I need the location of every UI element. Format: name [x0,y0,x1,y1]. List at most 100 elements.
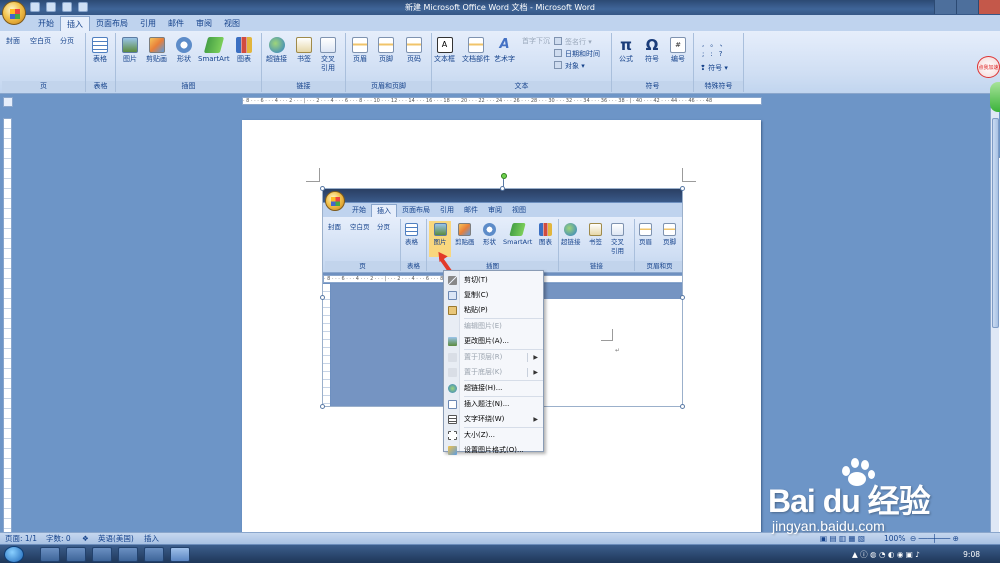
tab-review[interactable]: 审阅 [190,16,218,31]
qat-dropdown-icon[interactable] [78,2,88,12]
inner-tab-page-layout: 页面布局 [402,206,430,214]
wordart-button[interactable]: A 艺术字 [494,37,515,64]
resize-handle-r[interactable] [680,295,685,300]
scrollbar-thumb[interactable] [992,118,999,328]
special-symbol-row-2[interactable]: ;:? [702,49,728,59]
omega-icon: Ω [645,36,659,54]
horizontal-ruler[interactable]: · 8 · · · 6 · · · 4 · · · 2 · · · | · · … [242,97,762,105]
footer-icon [378,37,394,53]
hyperlink-button[interactable]: 超链接 [266,37,287,64]
table-button[interactable]: 表格 [92,37,108,64]
menu-item-paste[interactable]: 粘贴(P) [444,303,543,318]
blank-page-button[interactable]: 空白页 [30,37,791,563]
equation-button[interactable]: π 公式 [618,37,634,64]
ruler-toggle-button[interactable] [3,97,13,107]
tab-references[interactable]: 引用 [134,16,162,31]
bookmark-button[interactable]: 书签 [296,37,312,64]
minimize-button[interactable] [934,0,956,14]
menu-item-hyperlink[interactable]: 超链接(H)... [444,381,543,396]
resize-handle-t[interactable] [500,186,505,191]
signature-line-button[interactable]: 签名行 ▾ [554,37,592,47]
drop-cap-button[interactable]: 首字下沉 [522,37,1000,563]
tray-icons[interactable]: ▲ ⓘ ◍ ◔ ◐ ◉ ▣ ♪ [852,545,920,563]
numbering-button[interactable]: # 编号 [670,37,686,64]
group-illustrations: 图片 剪贴画 形状 SmartArt 图表 插图 [116,33,262,92]
taskbar-app-5[interactable] [144,547,164,562]
title-bar: 新建 Microsoft Office Word 文档 - Microsoft … [0,0,1000,15]
shapes-button[interactable]: 形状 [176,37,192,64]
speed-badge[interactable]: 点我加速 [977,56,1000,78]
menu-item-text-wrapping[interactable]: 文字环绕(W) ▶ [444,412,543,427]
taskbar-app-3[interactable] [92,547,112,562]
object-button[interactable]: 对象 ▾ [554,61,585,71]
tab-insert[interactable]: 插入 [60,16,90,31]
tab-mailings[interactable]: 邮件 [162,16,190,31]
page-break-button[interactable]: 分页 [60,37,821,563]
page-number-button[interactable]: 页码 [406,37,422,64]
taskbar-app-4[interactable] [118,547,138,562]
resize-handle-tl[interactable] [320,186,325,191]
clipart-button[interactable]: 剪贴画 [146,37,167,64]
maximize-button[interactable] [956,0,978,14]
resize-handle-bl[interactable] [320,404,325,409]
inner-blank-button: 空白页 [350,223,605,356]
menu-item-bring-to-front: 置于顶层(R) ▶ [444,350,543,365]
side-widget[interactable] [990,82,1000,112]
resize-handle-tr[interactable] [680,186,685,191]
symbol-button[interactable]: Ω 符号 [644,37,660,64]
menu-item-format-picture[interactable]: 设置图片格式(O)... [444,443,543,458]
header-button[interactable]: 页眉 [352,37,368,64]
caption-icon [448,400,457,409]
footer-button[interactable]: 页脚 [378,37,394,64]
context-menu: 剪切(T) 复制(C) 粘贴(P) 编辑图片(E) 更改图片(A)... 置于顶… [443,270,544,455]
taskbar-app-2[interactable] [66,547,86,562]
save-icon[interactable] [30,2,40,12]
inner-smartart-icon [509,223,526,236]
redo-icon[interactable] [62,2,72,12]
inner-footer-button: 页脚 [663,223,676,247]
quick-parts-button[interactable]: 文档部件 [462,37,490,64]
cover-page-button[interactable]: 封面 [6,37,767,563]
menu-item-insert-caption[interactable]: 插入题注(N)... [444,397,543,412]
picture-button[interactable]: 图片 [122,37,138,64]
menu-item-copy[interactable]: 复制(C) [444,288,543,303]
special-symbol-button[interactable]: ❢ 符号 ▾ [700,63,728,73]
undo-icon[interactable] [46,2,56,12]
windows-taskbar: ▲ ⓘ ◍ ◔ ◐ ◉ ▣ ♪ 9:08 [0,544,1000,563]
inner-ribbon: 封面 空白页 分页 页 表格 表格 图片 剪贴画 形状 SmartArt 图表 … [323,217,682,356]
resize-handle-br[interactable] [680,404,685,409]
tab-page-layout[interactable]: 页面布局 [90,16,134,31]
smartart-button[interactable]: SmartArt [198,37,230,64]
taskbar-word[interactable] [170,547,190,562]
vertical-scrollbar[interactable] [990,108,999,532]
picture-icon [122,37,138,53]
resize-handle-l[interactable] [320,295,325,300]
close-button[interactable] [978,0,1000,14]
tab-home[interactable]: 开始 [32,16,60,31]
chart-button[interactable]: 图表 [236,37,252,64]
calendar-icon [554,49,562,57]
tab-view[interactable]: 视图 [218,16,246,31]
baidu-url: jingyan.baidu.com [772,518,885,534]
window-title: 新建 Microsoft Office Word 文档 - Microsoft … [405,3,595,12]
menu-item-cut[interactable]: 剪切(T) [444,273,543,288]
taskbar-app-1[interactable] [40,547,60,562]
group-label-table: 表格 [86,81,115,92]
special-symbol-row-1[interactable]: ,。、 [702,39,733,49]
group-label-links: 链接 [262,81,345,92]
inner-tab-insert: 插入 [371,204,397,217]
clock[interactable]: 9:08 [963,545,980,563]
start-button[interactable] [4,546,24,563]
group-label-illustrations: 插图 [116,81,261,92]
rotation-handle[interactable] [501,173,507,179]
menu-item-change-picture[interactable]: 更改图片(A)... [444,334,543,349]
submenu-arrow-icon: ▶ [533,354,538,361]
menu-item-size[interactable]: 大小(Z)... [444,428,543,443]
cross-reference-button[interactable]: 交叉 引用 [320,37,336,73]
inner-group-label-table: 表格 [401,261,426,271]
textbox-button[interactable]: A 文本框 [434,37,455,64]
group-text: A 文本框 文档部件 A 艺术字 首字下沉 签名行 ▾ 日期和时间 对象 ▾ 文本 [432,33,1000,563]
office-button[interactable] [2,1,26,25]
date-time-button[interactable]: 日期和时间 [554,49,600,59]
vertical-ruler[interactable] [3,118,12,538]
